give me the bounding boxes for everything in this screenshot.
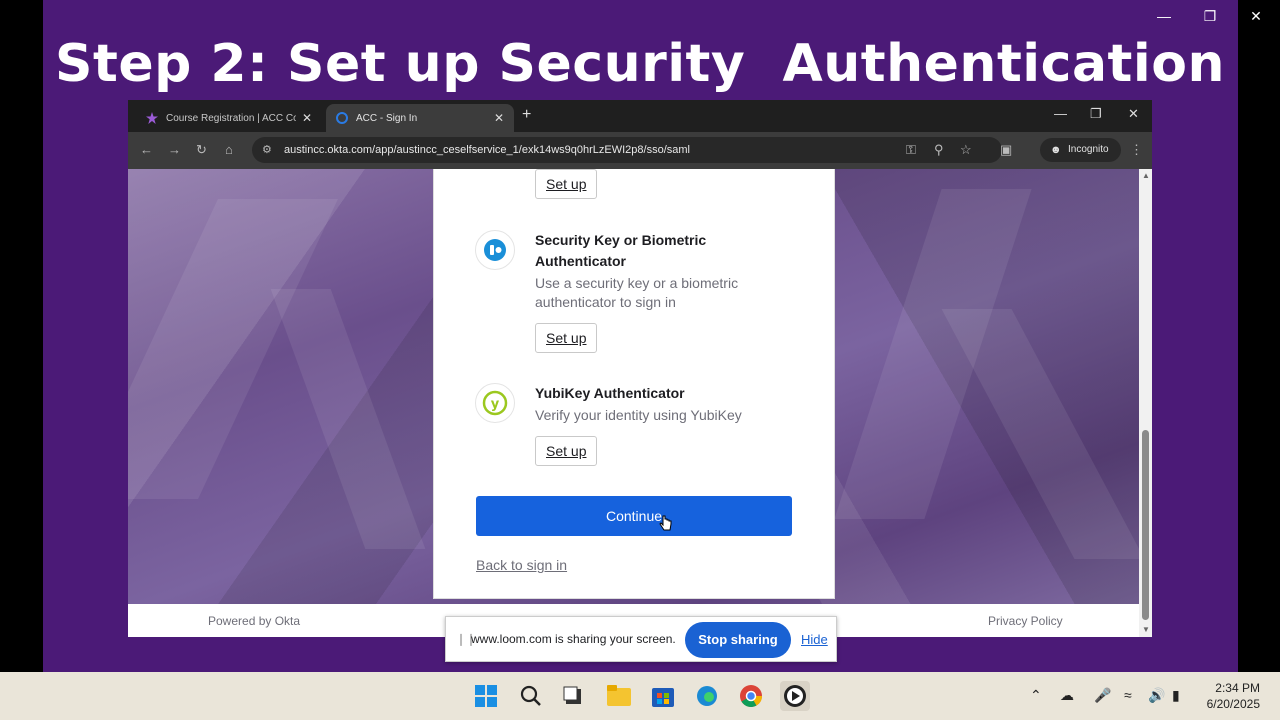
screen: Step 2: Set up Security Authentication —… xyxy=(0,0,1280,720)
minimize-icon[interactable]: — xyxy=(1154,6,1174,26)
scroll-up-icon[interactable]: ▲ xyxy=(1142,171,1150,180)
okta-icon xyxy=(336,112,348,124)
site-info-icon[interactable]: ⚙ xyxy=(262,137,272,163)
incognito-icon: ☻ xyxy=(1050,144,1062,156)
setup-button-security-key[interactable]: Set up xyxy=(535,323,598,353)
incognito-label: Incognito xyxy=(1068,144,1109,155)
sharing-message: www.loom.com is sharing your screen. xyxy=(471,632,676,646)
battery-icon[interactable]: ▮ xyxy=(1172,687,1180,704)
file-explorer-icon[interactable] xyxy=(604,681,634,711)
password-key-icon[interactable]: ⚿ xyxy=(906,142,916,158)
task-view-icon[interactable] xyxy=(558,681,588,711)
acc-star-icon xyxy=(146,112,158,124)
auth-desc-security-key: Use a security key or a biometric authen… xyxy=(535,275,739,310)
background-shard xyxy=(270,289,426,549)
forward-arrow-icon[interactable]: → xyxy=(168,142,181,157)
browser-toolbar: ← → ↻ ⌂ ⚙ austincc.okta.com/app/austincc… xyxy=(128,132,1152,169)
bookmark-star-icon[interactable]: ☆ xyxy=(960,142,972,158)
wifi-icon[interactable]: ≈ xyxy=(1124,687,1132,703)
url-text: austincc.okta.com/app/austincc_ceselfser… xyxy=(284,144,690,156)
address-bar[interactable]: ⚙ austincc.okta.com/app/austincc_ceselfs… xyxy=(252,137,1002,163)
continue-button[interactable]: Continue xyxy=(476,496,792,536)
system-clock[interactable]: 2:34 PM 6/20/2025 xyxy=(1207,680,1260,712)
back-to-sign-in-link[interactable]: Back to sign in xyxy=(476,557,567,573)
scroll-down-icon[interactable]: ▼ xyxy=(1142,625,1150,634)
powered-by-okta: Powered by Okta xyxy=(208,614,301,628)
new-tab-icon[interactable]: + xyxy=(522,106,531,124)
clock-time: 2:34 PM xyxy=(1215,681,1260,695)
onedrive-icon[interactable]: ☁ xyxy=(1060,687,1074,704)
clock-date: 6/20/2025 xyxy=(1206,697,1260,711)
auth-title-yubikey: YubiKey Authenticator xyxy=(535,385,685,401)
search-icon[interactable] xyxy=(516,681,546,711)
microphone-icon[interactable]: 🎤 xyxy=(1094,687,1111,704)
scrollbar-thumb[interactable] xyxy=(1142,430,1149,620)
biometric-key-icon xyxy=(475,230,515,270)
tab-acc-sign-in[interactable]: ACC - Sign In ✕ xyxy=(326,104,514,132)
browser-minimize-icon[interactable]: — xyxy=(1054,106,1067,121)
privacy-policy-link[interactable]: Privacy Policy xyxy=(988,614,1063,628)
home-icon[interactable]: ⌂ xyxy=(225,142,233,157)
browser-restore-icon[interactable]: ❐ xyxy=(1090,106,1102,122)
tab-course-registration[interactable]: Course Registration | ACC Conti ✕ xyxy=(136,104,322,132)
auth-desc-yubikey: Verify your identity using YubiKey xyxy=(535,407,742,423)
edge-icon[interactable] xyxy=(692,681,722,711)
setup-button-yubikey[interactable]: Set up xyxy=(535,436,598,466)
tab-strip: Course Registration | ACC Conti ✕ ACC - … xyxy=(128,100,1152,132)
tab-label: Course Registration | ACC Conti xyxy=(166,112,296,124)
hand-cursor-icon xyxy=(659,515,672,531)
tab-close-icon[interactable]: ✕ xyxy=(494,111,504,125)
stop-sharing-button[interactable]: Stop sharing xyxy=(685,622,791,658)
background-shard xyxy=(941,309,1139,559)
incognito-badge[interactable]: ☻ Incognito xyxy=(1040,138,1121,162)
chrome-icon[interactable] xyxy=(736,681,766,711)
hide-link[interactable]: Hide xyxy=(801,632,828,647)
auth-title-security-key: Security Key or Biometric Authenticator xyxy=(535,232,707,269)
cast-icon[interactable]: ▣ xyxy=(1000,142,1012,158)
slide-title: Step 2: Set up Security Authentication xyxy=(55,34,1225,94)
store-icon[interactable] xyxy=(648,681,678,711)
yubikey-icon: y xyxy=(475,383,515,423)
chevron-up-icon[interactable]: ⌃ xyxy=(1030,687,1042,704)
browser-window: Course Registration | ACC Conti ✕ ACC - … xyxy=(128,100,1152,637)
setup-button-top[interactable]: Set up xyxy=(535,169,598,199)
page-viewport: Set up Security Key or Biometric Authent… xyxy=(128,169,1139,604)
loom-icon[interactable] xyxy=(780,681,810,711)
menu-dots-icon[interactable]: ⋮ xyxy=(1130,142,1143,158)
back-arrow-icon[interactable]: ← xyxy=(140,142,153,157)
close-icon[interactable]: ✕ xyxy=(1246,6,1266,26)
zoom-icon[interactable]: ⚲ xyxy=(934,142,944,158)
browser-close-icon[interactable]: ✕ xyxy=(1128,106,1139,122)
taskbar: ⌃ ☁ 🎤 ≈ 🔊 ▮ 2:34 PM 6/20/2025 xyxy=(0,672,1280,720)
reload-icon[interactable]: ↻ xyxy=(196,142,207,158)
volume-icon[interactable]: 🔊 xyxy=(1148,687,1165,704)
windows-start-icon[interactable] xyxy=(471,681,501,711)
okta-auth-card: Set up Security Key or Biometric Authent… xyxy=(433,169,835,599)
svg-text:y: y xyxy=(491,397,500,412)
screen-share-bar: ❙❙ www.loom.com is sharing your screen. … xyxy=(445,616,837,662)
restore-icon[interactable]: ❐ xyxy=(1200,6,1220,26)
tab-label: ACC - Sign In xyxy=(356,112,418,124)
scrollbar[interactable]: ▲ ▼ xyxy=(1139,169,1152,637)
tab-close-icon[interactable]: ✕ xyxy=(302,111,312,125)
